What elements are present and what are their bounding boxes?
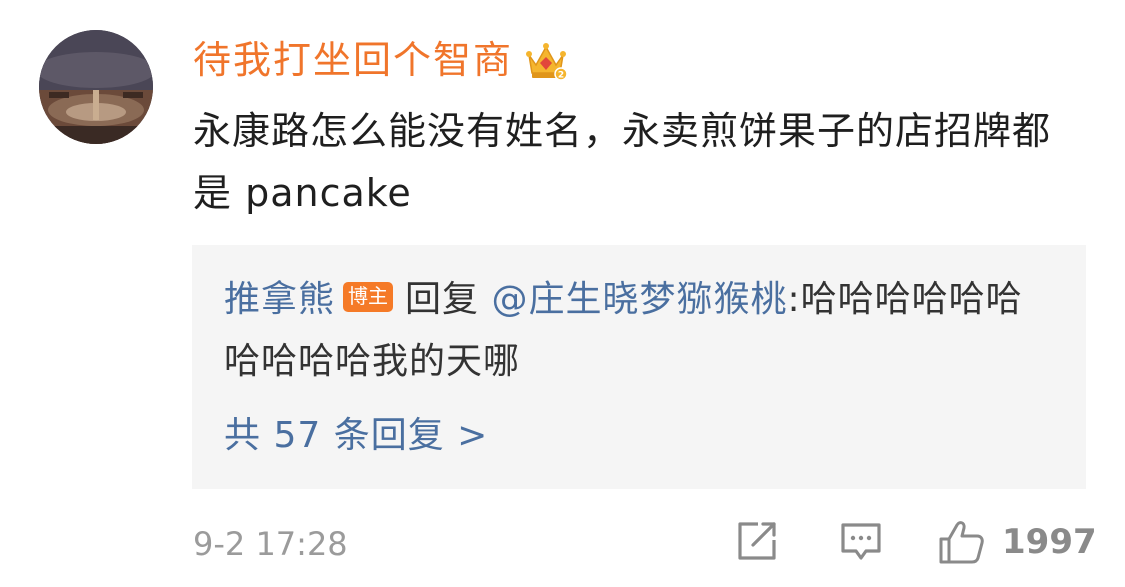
- reply-mention[interactable]: @庄生晓梦猕猴桃: [491, 279, 787, 320]
- crown-vip-icon[interactable]: 2: [523, 37, 569, 83]
- share-icon[interactable]: [734, 518, 780, 564]
- reply-author[interactable]: 推拿熊: [224, 279, 335, 320]
- blogger-badge: 博主: [343, 282, 394, 312]
- comment-text: 永康路怎么能没有姓名，永卖煎饼果子的店招牌都是 pancake: [193, 109, 1052, 215]
- username-row: 待我打坐回个智商 2: [193, 32, 569, 88]
- avatar[interactable]: [39, 30, 153, 144]
- comment-footer: 9-2 17:28 1997: [193, 516, 1097, 572]
- username[interactable]: 待我打坐回个智商: [193, 32, 513, 88]
- svg-text:2: 2: [558, 71, 564, 81]
- like-button[interactable]: 1997: [936, 516, 1097, 568]
- more-replies-link[interactable]: 共 57 条回复 >: [224, 408, 488, 464]
- reply-text: 推拿熊 博主 回复 @庄生晓梦猕猴桃:哈哈哈哈哈哈哈哈哈哈我的天哪: [224, 269, 1054, 393]
- comment-card: 待我打坐回个智商 2 永康路怎么能没有姓名，永卖煎饼果子的店招牌都是 panca…: [0, 0, 1125, 587]
- like-count: 1997: [1002, 522, 1097, 562]
- reply-separator: :: [787, 279, 801, 320]
- thumbs-up-icon: [939, 521, 984, 564]
- comment-icon[interactable]: [838, 518, 884, 564]
- avatar-image: [39, 30, 153, 144]
- timestamp: 9-2 17:28: [193, 525, 348, 563]
- reply-preview[interactable]: 推拿熊 博主 回复 @庄生晓梦猕猴桃:哈哈哈哈哈哈哈哈哈哈我的天哪 共 57 条回复…: [192, 245, 1086, 489]
- reply-action: 回复: [405, 279, 480, 320]
